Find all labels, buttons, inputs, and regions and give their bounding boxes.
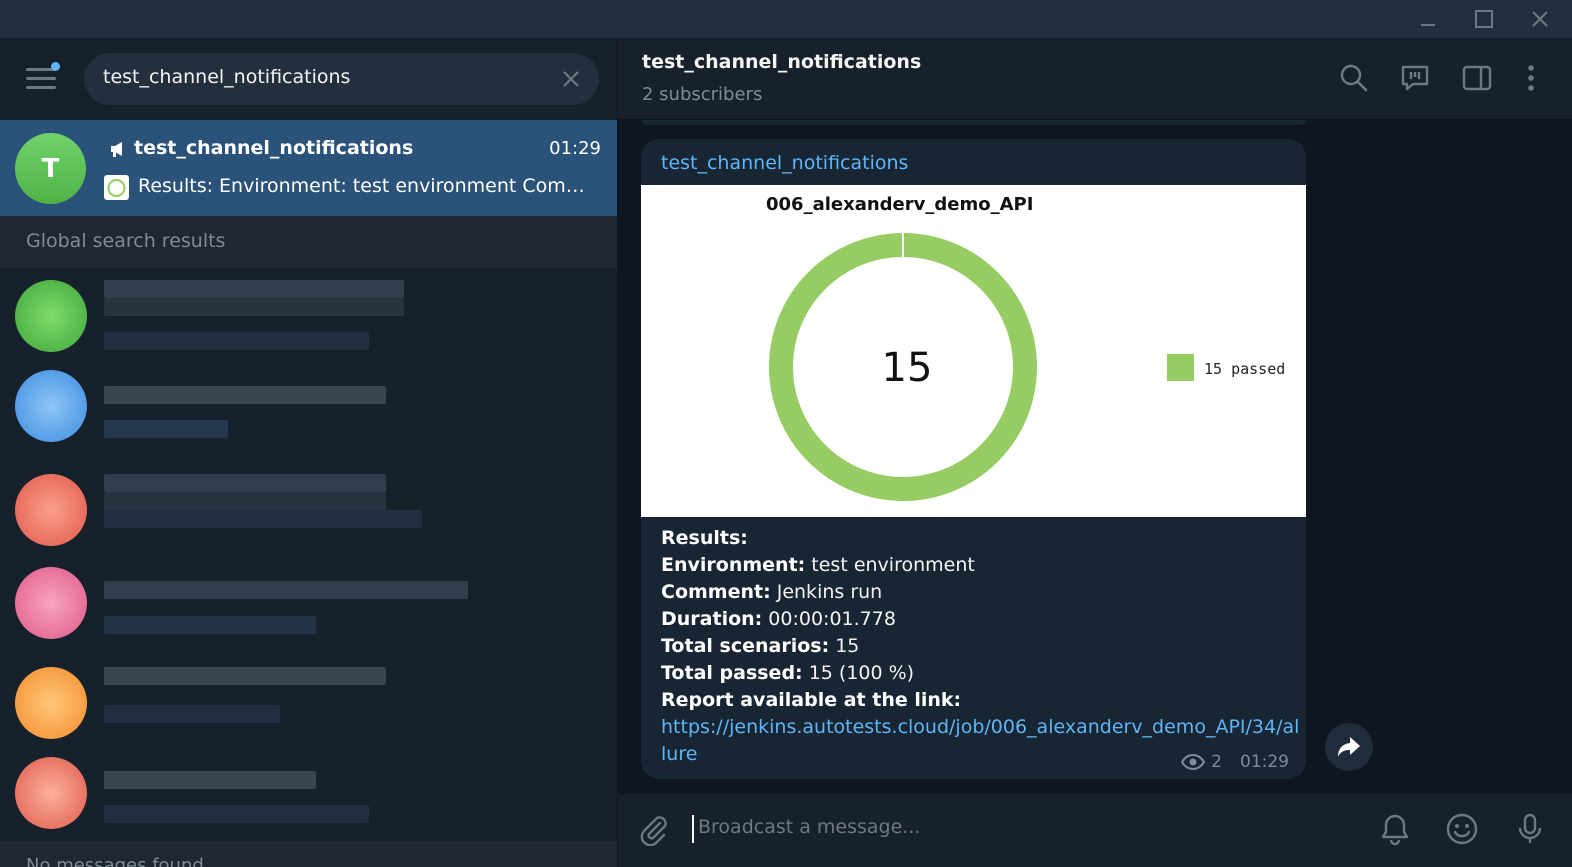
- message-input[interactable]: [698, 816, 1298, 838]
- maximize-icon: [1475, 10, 1493, 28]
- global-search-label: Global search results: [26, 230, 226, 252]
- title-bar: [0, 0, 1572, 38]
- message-bubble[interactable]: test_channel_notifications 006_alexander…: [641, 139, 1306, 779]
- avatar: [15, 567, 87, 639]
- search-result-item[interactable]: [0, 661, 617, 751]
- microphone-icon[interactable]: [1513, 812, 1547, 846]
- global-search-header: Global search results: [0, 216, 617, 268]
- search-result-item[interactable]: [0, 751, 617, 841]
- message-time: 01:29: [1240, 752, 1289, 772]
- discussion-icon[interactable]: [1399, 62, 1431, 94]
- main-menu-button[interactable]: [26, 62, 60, 92]
- close-window-button[interactable]: [1518, 4, 1562, 34]
- minimize-button[interactable]: [1406, 4, 1450, 34]
- total-scenarios-value: 15: [829, 635, 860, 657]
- image-thumbnail: [104, 175, 129, 200]
- environment-value: test environment: [805, 554, 975, 576]
- sidebar: test_channel_notifications T test_channe…: [0, 38, 617, 867]
- avatar: [15, 757, 87, 829]
- sidebar-header: test_channel_notifications: [0, 38, 617, 120]
- message-sender[interactable]: test_channel_notifications: [661, 152, 908, 174]
- total-passed-label: Total passed:: [661, 662, 803, 684]
- notification-dot: [51, 62, 60, 71]
- search-icon[interactable]: [1338, 62, 1370, 94]
- chart-title: 006_alexanderv_demo_API: [766, 194, 1033, 215]
- chat-subtitle: 2 subscribers: [642, 84, 763, 105]
- search-result-item[interactable]: [0, 274, 617, 364]
- chat-title: test_channel_notifications: [642, 51, 922, 73]
- duration-value: 00:00:01.778: [762, 608, 896, 630]
- views-count: 2: [1211, 752, 1222, 772]
- search-result-item[interactable]: [0, 561, 617, 651]
- emoji-icon[interactable]: [1445, 812, 1479, 846]
- sidebar-toggle-icon[interactable]: [1461, 62, 1493, 94]
- results-label: Results:: [661, 527, 748, 549]
- megaphone-icon: [111, 142, 122, 157]
- more-vertical-icon[interactable]: [1515, 62, 1547, 94]
- avatar: [15, 474, 87, 546]
- bell-icon[interactable]: [1378, 812, 1412, 846]
- legend-swatch: [1167, 354, 1194, 381]
- search-box[interactable]: test_channel_notifications: [84, 53, 599, 105]
- report-label: Report available at the link:: [661, 689, 962, 711]
- legend-label: 15 passed: [1204, 360, 1285, 378]
- chat-panel: test_channel_notifications 2 subscribers…: [618, 38, 1572, 867]
- forward-button[interactable]: [1325, 723, 1373, 771]
- search-result-item[interactable]: [0, 468, 617, 558]
- total-scenarios-label: Total scenarios:: [661, 635, 830, 657]
- avatar: [15, 667, 87, 739]
- chat-time: 01:29: [549, 138, 601, 159]
- message-meta: 2 01:29: [1181, 752, 1289, 772]
- environment-label: Environment:: [661, 554, 806, 576]
- previous-message-edge: [641, 120, 1306, 125]
- chat-preview: Results: Environment: test environment C…: [138, 175, 600, 197]
- views-eye-icon: [1181, 754, 1206, 770]
- chat-name: test_channel_notifications: [134, 137, 414, 159]
- maximize-button[interactable]: [1462, 4, 1506, 34]
- chat-list-item-selected[interactable]: T test_channel_notifications 01:29 Resul…: [0, 120, 617, 216]
- message-image[interactable]: 006_alexanderv_demo_API 15 15 passed: [641, 185, 1306, 517]
- allure-chart: 006_alexanderv_demo_API 15 15 passed: [766, 194, 1285, 501]
- composer: [618, 794, 1572, 867]
- no-messages-label: No messages found: [26, 855, 204, 867]
- no-messages-bar: No messages found: [0, 841, 617, 867]
- close-icon: [1532, 11, 1548, 27]
- avatar: [15, 370, 87, 442]
- duration-label: Duration:: [661, 608, 763, 630]
- comment-label: Comment:: [661, 581, 771, 603]
- total-passed-value: 15 (100 %): [802, 662, 915, 684]
- clear-search-icon[interactable]: [559, 67, 583, 91]
- message-text: Results: Environment: test environment C…: [661, 525, 1301, 768]
- text-caret: [692, 815, 694, 843]
- minimize-icon: [1421, 24, 1435, 26]
- paperclip-icon[interactable]: [638, 814, 670, 846]
- forward-arrow-icon: [1338, 737, 1360, 757]
- avatar: [15, 280, 87, 352]
- comment-value: Jenkins run: [770, 581, 883, 603]
- search-result-item[interactable]: [0, 364, 617, 454]
- chart-center-value: 15: [882, 345, 933, 391]
- search-input[interactable]: test_channel_notifications: [103, 66, 350, 88]
- chat-header[interactable]: test_channel_notifications 2 subscribers: [618, 38, 1572, 120]
- avatar: T: [15, 133, 86, 204]
